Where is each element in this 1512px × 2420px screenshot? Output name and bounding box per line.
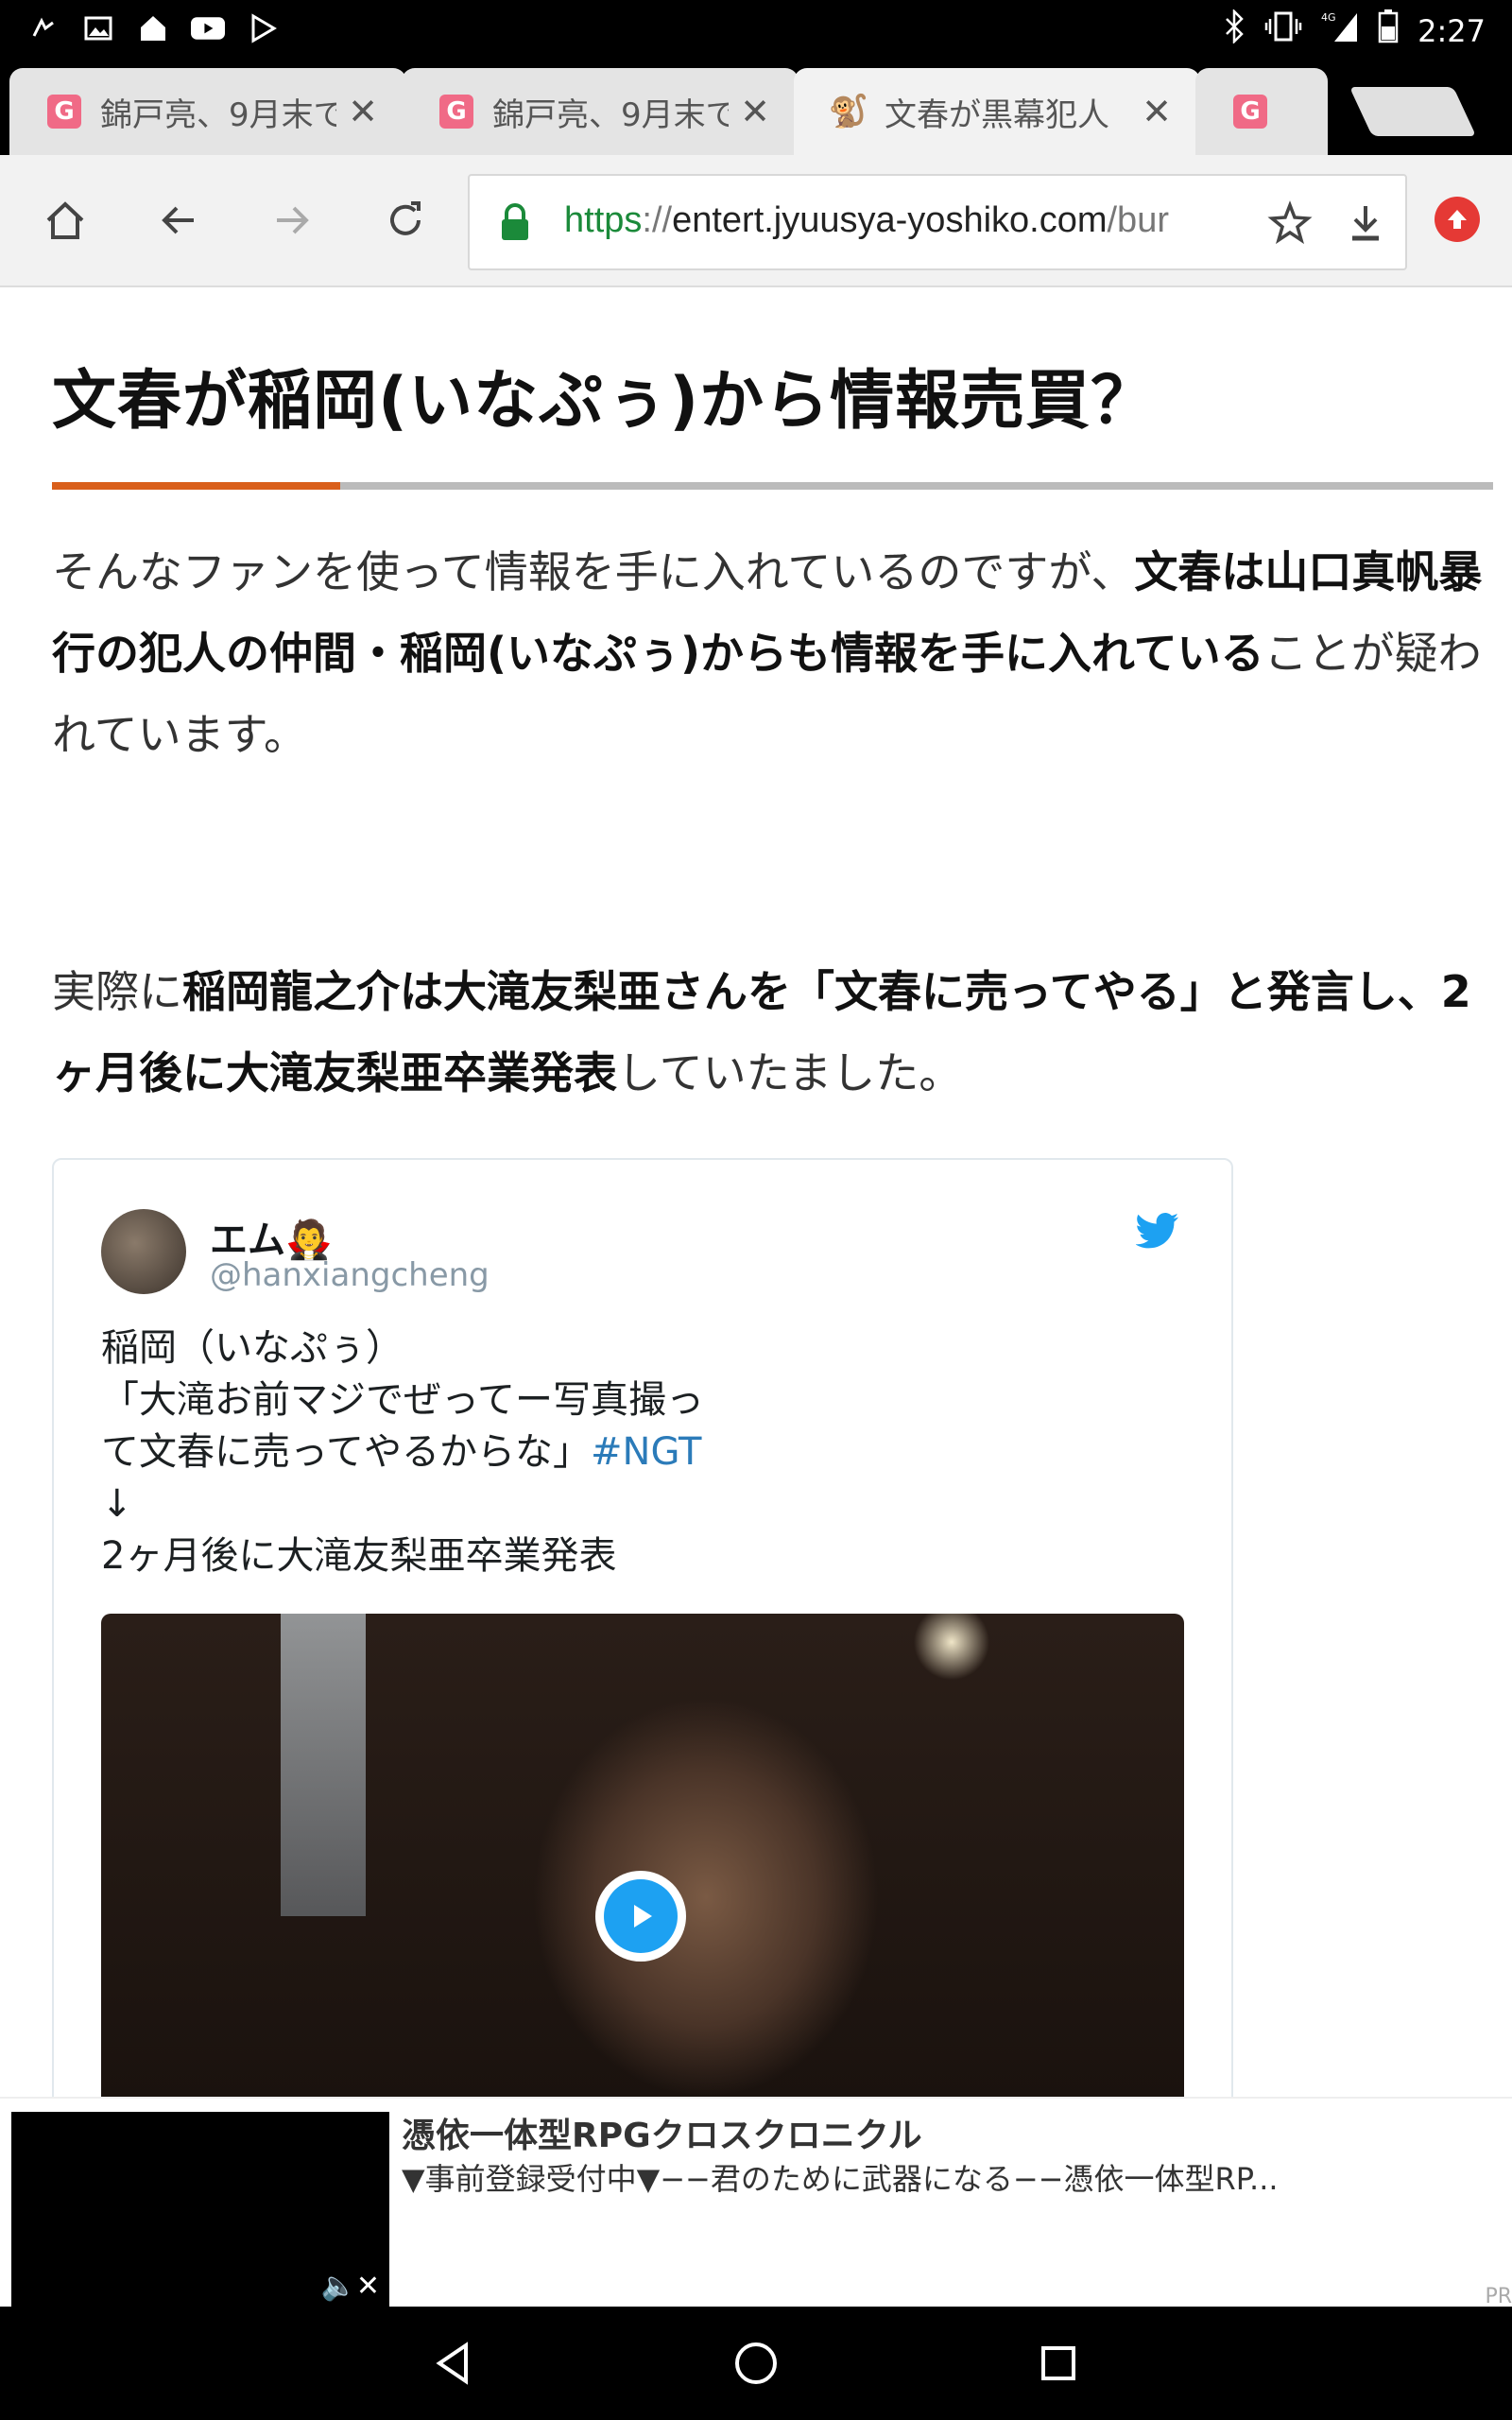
tweet-line: て文春に売ってやるからな」: [101, 1430, 591, 1474]
navigation-bar: [0, 2307, 1512, 2420]
tweet-video[interactable]: [101, 1614, 1184, 2105]
star-icon: [1267, 200, 1313, 245]
home-circle-icon: [735, 2342, 777, 2384]
tweet-author-handle[interactable]: @hanxiangcheng: [210, 1256, 490, 1294]
ad-description[interactable]: ▼事前登録受付中▼−−君のために武器になる−−憑依一体型RP...: [402, 2155, 1279, 2199]
paragraph-text: そんなファンを使って情報を手に入れているのですが、: [52, 546, 1135, 597]
tab-2[interactable]: G 錦戸亮、9月末で ✕: [402, 68, 799, 155]
download-icon: [1352, 206, 1379, 241]
tweet-line: 「大滝お前マジでぜってー写真撮っ: [101, 1378, 704, 1422]
nav-recents-button[interactable]: [1025, 2330, 1091, 2396]
url-bar[interactable]: https://entert.jyuusya-yoshiko.com/bur: [468, 174, 1407, 270]
download-button[interactable]: [1339, 197, 1392, 250]
battery-icon: [1378, 9, 1399, 52]
tab-3-active[interactable]: 🐒 文春が黒幕犯人 ✕: [794, 68, 1200, 155]
vibrate-icon: [1264, 9, 1302, 52]
new-tab-button[interactable]: [1349, 87, 1477, 136]
tab-title: 文春が黒幕犯人: [885, 95, 1109, 134]
embedded-tweet[interactable]: エム🧛 @hanxiangcheng 稲岡（いなぷぅ） 「大滝お前マジでぜってー写…: [52, 1158, 1233, 2107]
status-bar: 4G 2:27: [0, 0, 1512, 62]
tab-4[interactable]: G: [1195, 68, 1328, 155]
youtube-icon: [191, 11, 225, 45]
update-button[interactable]: [1435, 197, 1480, 242]
back-arrow-icon: [162, 206, 194, 234]
forward-button[interactable]: [259, 187, 325, 253]
recents-square-icon: [1041, 2346, 1075, 2380]
close-tab-icon[interactable]: ✕: [1142, 91, 1172, 132]
tab-title: 錦戸亮、9月末で: [492, 95, 729, 134]
home-button[interactable]: [32, 187, 98, 253]
video-background-sign: [281, 1614, 366, 1916]
nav-back-button[interactable]: [421, 2330, 487, 2396]
close-tab-icon[interactable]: ✕: [740, 91, 770, 132]
ad-title[interactable]: 憑依一体型RPGクロスクロニクル: [402, 2108, 922, 2157]
ad-banner[interactable]: 🔈✕ 憑依一体型RPGクロスクロニクル ▼事前登録受付中▼−−君のために武器にな…: [0, 2097, 1512, 2308]
google-favicon-icon: G: [439, 95, 473, 129]
paragraph-text: していたました。: [617, 1047, 963, 1098]
reload-button[interactable]: [372, 187, 438, 253]
tab-1[interactable]: G 錦戸亮、9月末で ✕: [9, 68, 406, 155]
heading-divider: [52, 482, 1493, 490]
heading-divider-accent: [52, 482, 340, 490]
back-triangle-icon: [436, 2342, 468, 2385]
twitter-bird-icon[interactable]: [1135, 1213, 1179, 1253]
mute-icon[interactable]: 🔈✕: [321, 2270, 381, 2303]
tweet-text: 稲岡（いなぷぅ） 「大滝お前マジでぜってー写真撮っ て文春に売ってやるからな」#NG…: [101, 1322, 704, 1582]
play-icon: [604, 1879, 678, 1953]
signal-icon: 4G: [1321, 9, 1359, 52]
image-icon: [81, 11, 115, 45]
url-text[interactable]: https://entert.jyuusya-yoshiko.com/bur: [564, 200, 1263, 241]
paragraph-text: 実際に: [52, 966, 182, 1017]
home-status-icon: [136, 11, 170, 45]
google-favicon-icon: G: [47, 95, 81, 129]
tweet-line: 2ヶ月後に大滝友梨亜卒業発表: [101, 1534, 617, 1578]
article-heading: 文春が稲岡(いなぷぅ)から情報売買？: [52, 364, 1157, 439]
paragraph-2: 実際に稲岡龍之介は大滝友梨亜さんを「文春に売ってやる」と発言し、2ヶ月後に大滝友…: [52, 951, 1488, 1114]
browser-toolbar: https://entert.jyuusya-yoshiko.com/bur: [0, 155, 1512, 287]
hashtag-link[interactable]: #NGT: [591, 1430, 701, 1474]
tweet-line: ↓: [101, 1482, 133, 1526]
play-store-icon: [246, 11, 280, 45]
monkey-favicon-icon: 🐒: [828, 93, 869, 130]
secure-lock-icon: [498, 202, 532, 246]
bluetooth-icon: [1223, 8, 1246, 52]
paragraph-1: そんなファンを使って情報を手に入れているのですが、文春は山口真帆暴行の犯人の仲間…: [52, 531, 1488, 775]
clock: 2:27: [1418, 12, 1486, 49]
tab-strip: G 錦戸亮、9月末で ✕ G 錦戸亮、9月末で ✕ 🐒 文春が黒幕犯人 ✕ G: [0, 62, 1512, 155]
bookmark-star-button[interactable]: [1263, 197, 1316, 250]
tab-title: 錦戸亮、9月末で: [100, 95, 336, 134]
reload-icon: [390, 201, 421, 235]
notification-icon: [26, 11, 60, 45]
svg-text:4G: 4G: [1321, 11, 1336, 24]
close-tab-icon[interactable]: ✕: [348, 91, 378, 132]
google-favicon-icon: G: [1233, 95, 1267, 129]
ad-pr-label: PR: [1485, 2285, 1512, 2308]
ad-video[interactable]: 🔈✕: [11, 2112, 389, 2308]
nav-home-button[interactable]: [723, 2330, 789, 2396]
video-play-button[interactable]: [595, 1871, 686, 1962]
forward-arrow-icon: [277, 206, 309, 234]
avatar[interactable]: [101, 1209, 186, 1294]
up-arrow-icon: [1448, 210, 1467, 229]
home-icon: [46, 201, 84, 239]
tweet-line: 稲岡（いなぷぅ）: [101, 1326, 404, 1370]
back-button[interactable]: [146, 187, 212, 253]
